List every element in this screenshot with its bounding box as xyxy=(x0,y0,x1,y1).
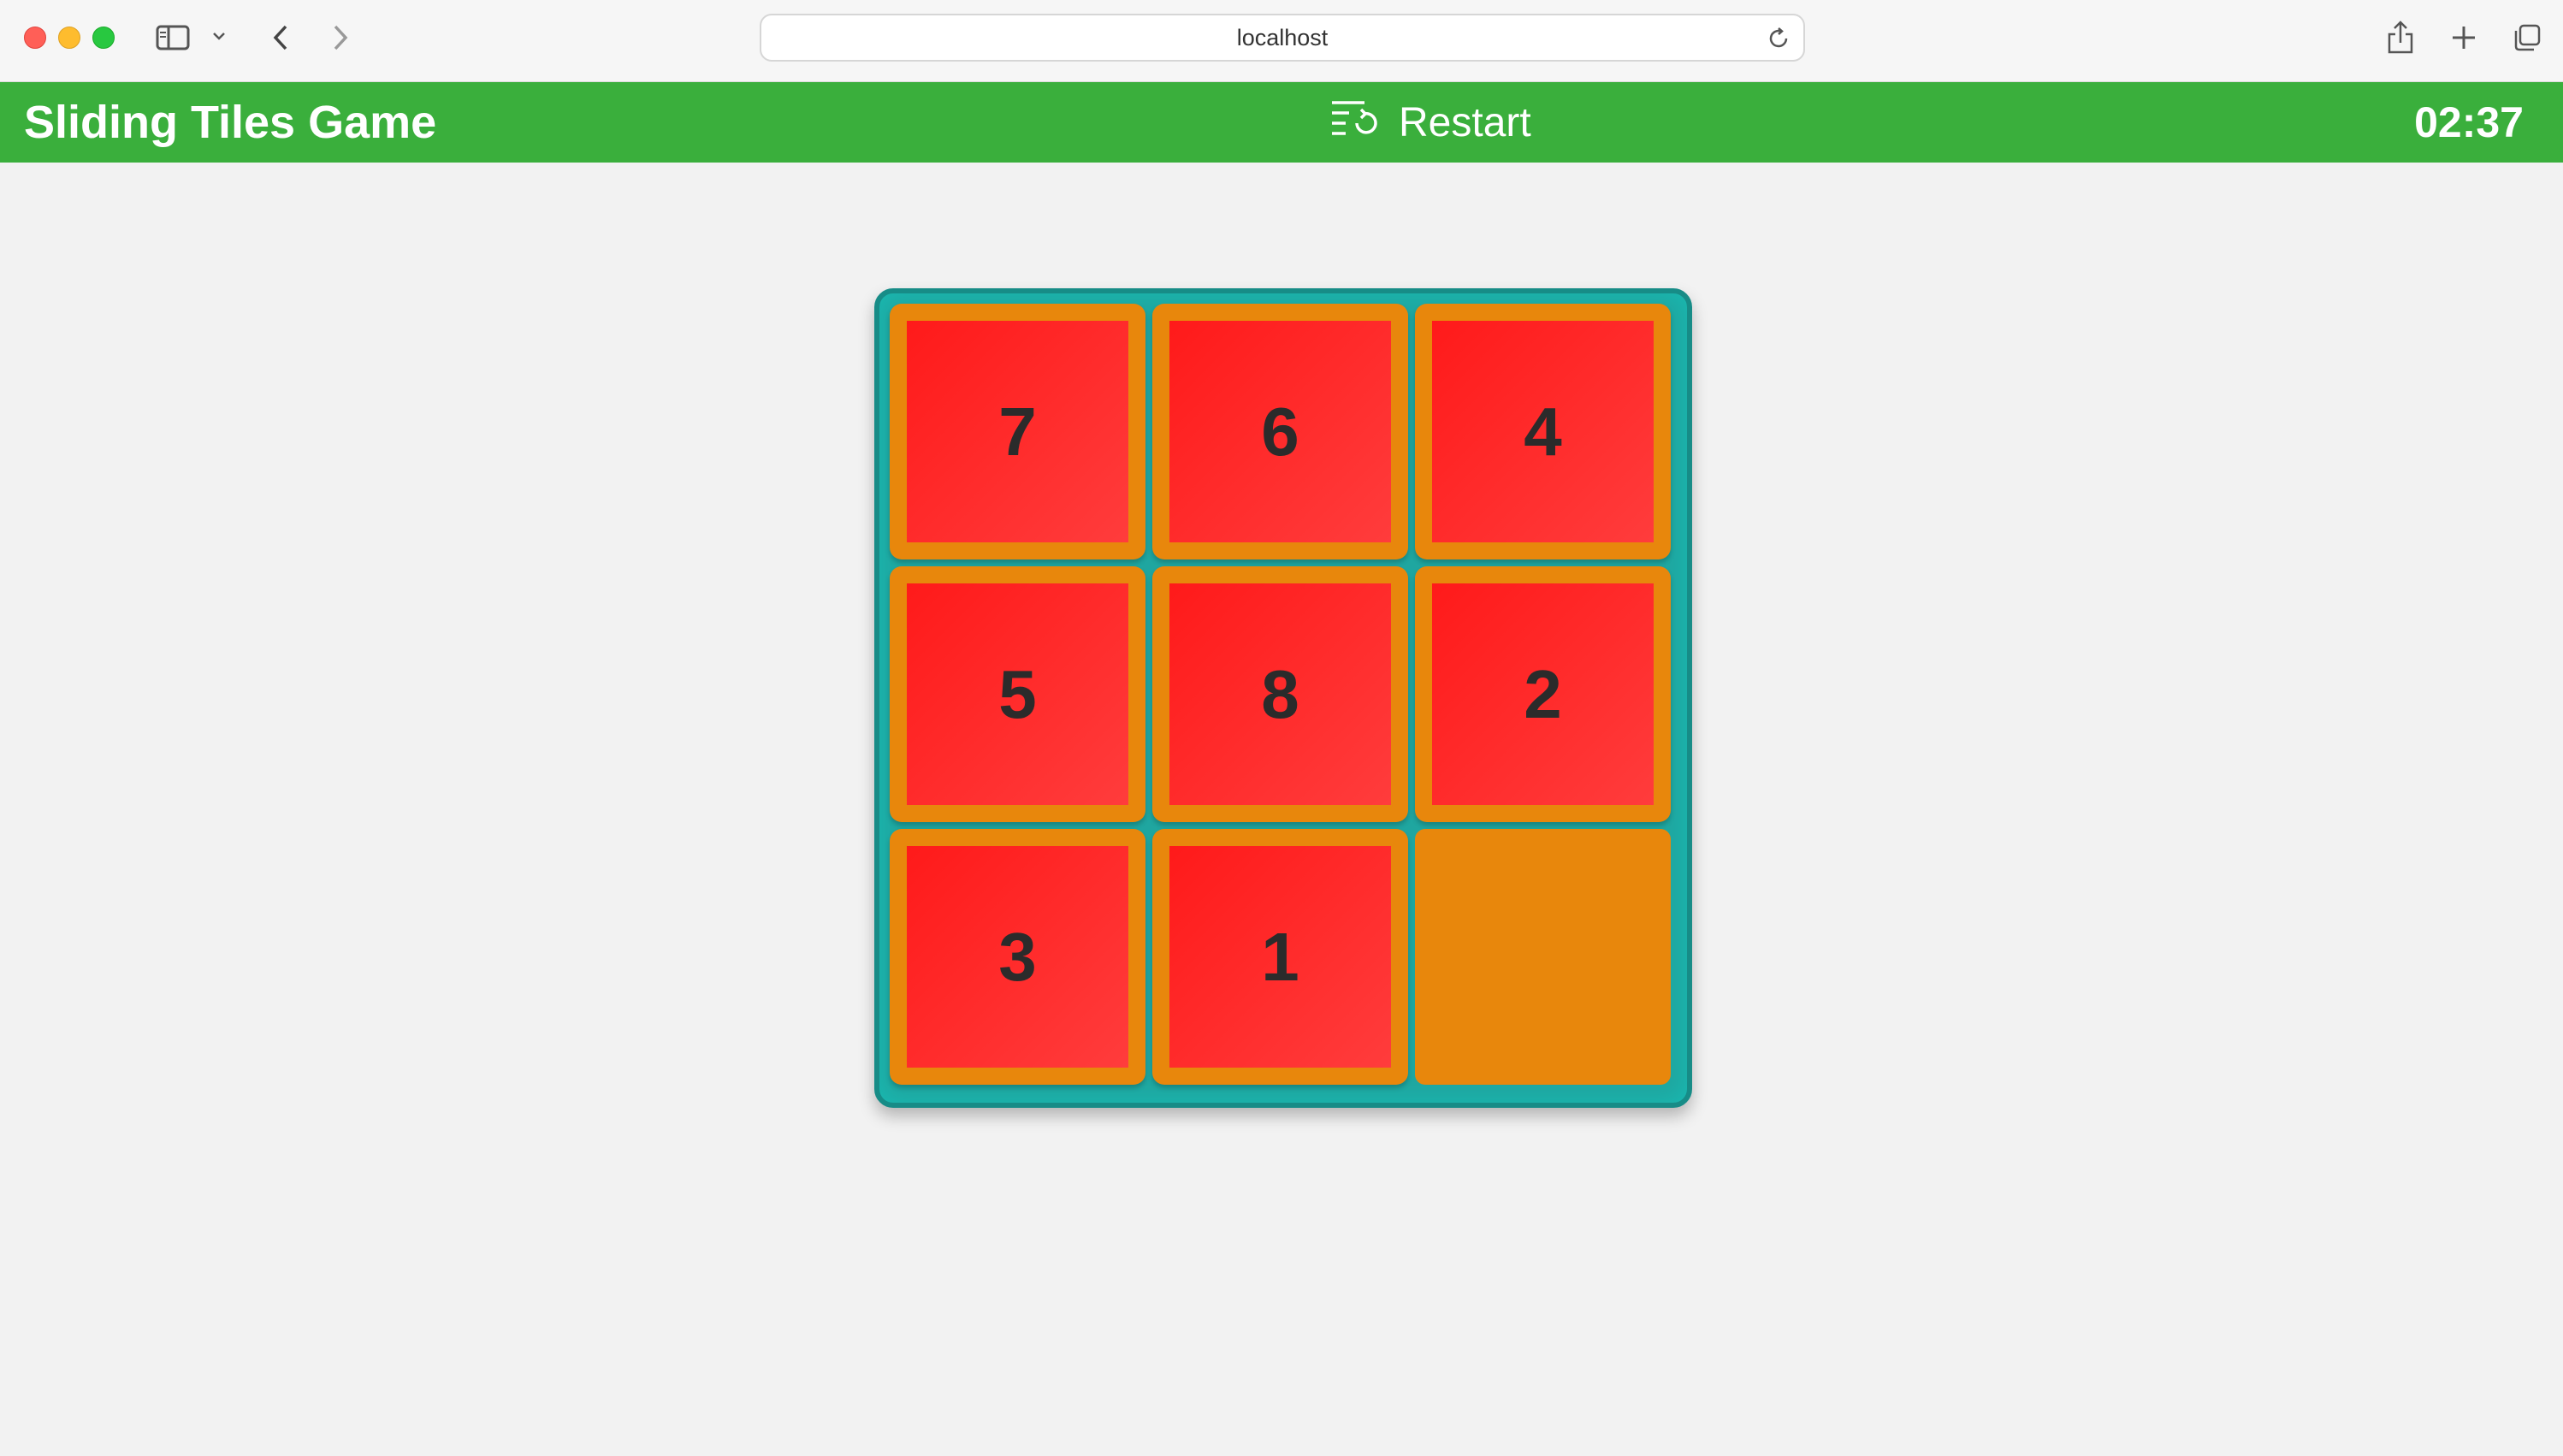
tile-number: 1 xyxy=(1169,846,1391,1068)
browser-toolbar: localhost xyxy=(0,0,2563,82)
close-window-button[interactable] xyxy=(24,27,46,49)
tile-8[interactable]: 8 xyxy=(1152,566,1408,822)
tile-number: 4 xyxy=(1432,321,1654,542)
tile-6[interactable]: 6 xyxy=(1152,304,1408,559)
restart-label: Restart xyxy=(1399,99,1531,145)
address-bar[interactable]: localhost xyxy=(760,14,1805,62)
chevron-down-icon[interactable] xyxy=(209,26,229,46)
tab-overview-icon[interactable] xyxy=(2510,21,2544,55)
tile-1[interactable]: 1 xyxy=(1152,829,1408,1085)
new-tab-icon[interactable] xyxy=(2447,21,2481,55)
url-text: localhost xyxy=(1236,24,1329,50)
restart-button[interactable]: Restart xyxy=(1330,82,1531,163)
tile-4[interactable]: 4 xyxy=(1415,304,1671,559)
tile-number: 7 xyxy=(907,321,1128,542)
share-icon[interactable] xyxy=(2383,17,2418,56)
tile-5[interactable]: 5 xyxy=(890,566,1145,822)
maximize-window-button[interactable] xyxy=(92,27,115,49)
tile-3[interactable]: 3 xyxy=(890,829,1145,1085)
forward-icon[interactable] xyxy=(325,21,356,55)
sidebar-toggle-icon[interactable] xyxy=(154,22,192,53)
reload-icon[interactable] xyxy=(1764,24,1793,53)
back-icon[interactable] xyxy=(265,21,296,55)
minimize-window-button[interactable] xyxy=(58,27,80,49)
timer: 02:37 xyxy=(2414,98,2524,146)
tile-number: 3 xyxy=(907,846,1128,1068)
tile-number: 5 xyxy=(907,583,1128,805)
tile-2[interactable]: 2 xyxy=(1415,566,1671,822)
page-title: Sliding Tiles Game xyxy=(24,97,437,148)
tile-number: 8 xyxy=(1169,583,1391,805)
tile-number: 6 xyxy=(1169,321,1391,542)
tile-7[interactable]: 7 xyxy=(890,304,1145,559)
tile-number: 2 xyxy=(1432,583,1654,805)
restart-icon xyxy=(1330,98,1382,147)
app-header: Sliding Tiles Game Restart 02:37 xyxy=(0,82,2563,163)
empty-slot xyxy=(1415,829,1671,1085)
game-board: 764 582 31 xyxy=(874,288,1692,1108)
